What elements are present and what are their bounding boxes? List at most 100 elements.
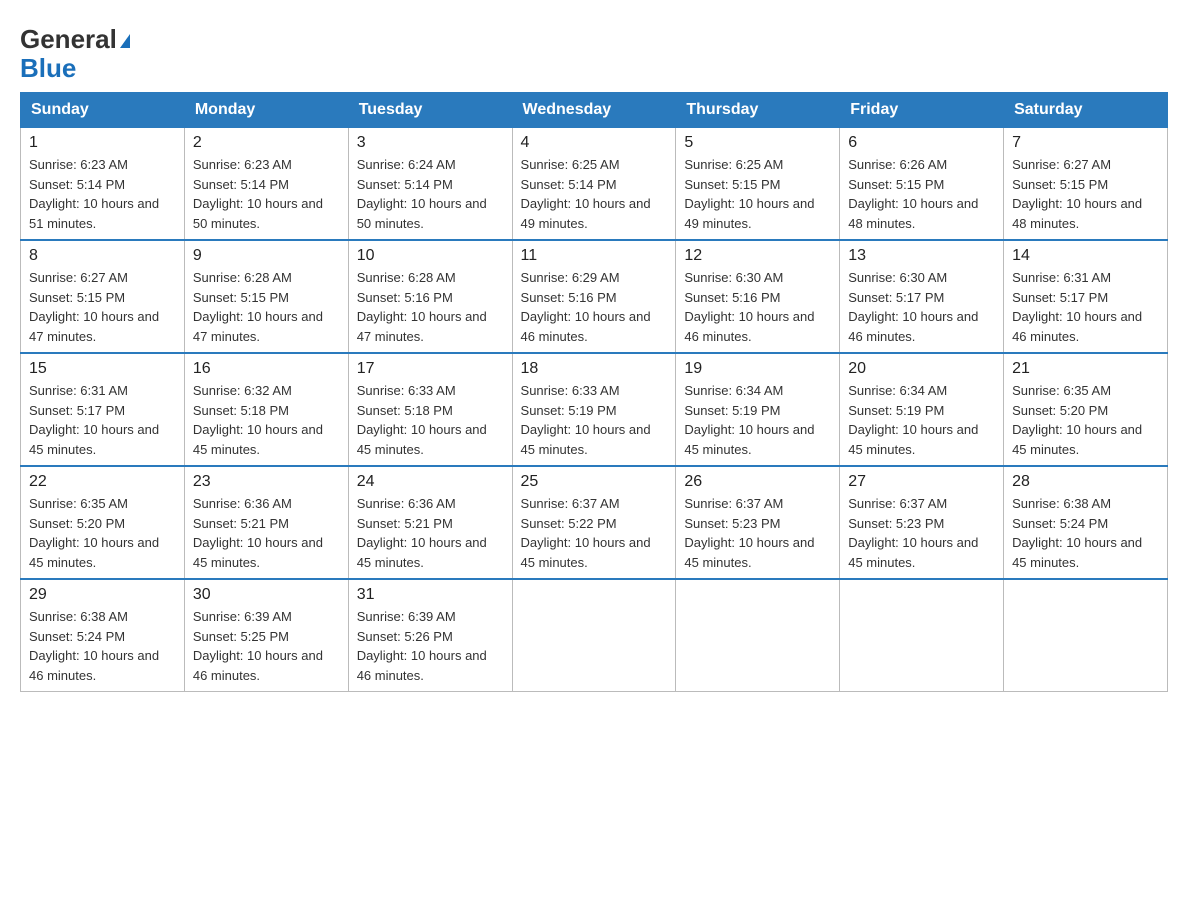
calendar-cell: 7 Sunrise: 6:27 AM Sunset: 5:15 PM Dayli…: [1004, 128, 1168, 241]
logo-general-text: General: [20, 24, 117, 54]
day-number: 7: [1012, 134, 1159, 152]
day-number: 16: [193, 360, 340, 378]
day-info: Sunrise: 6:38 AM Sunset: 5:24 PM Dayligh…: [1012, 494, 1159, 572]
day-info: Sunrise: 6:27 AM Sunset: 5:15 PM Dayligh…: [29, 268, 176, 346]
calendar-cell: 1 Sunrise: 6:23 AM Sunset: 5:14 PM Dayli…: [21, 128, 185, 241]
calendar-cell: 14 Sunrise: 6:31 AM Sunset: 5:17 PM Dayl…: [1004, 240, 1168, 353]
header-saturday: Saturday: [1004, 93, 1168, 128]
day-info: Sunrise: 6:38 AM Sunset: 5:24 PM Dayligh…: [29, 607, 176, 685]
day-info: Sunrise: 6:35 AM Sunset: 5:20 PM Dayligh…: [29, 494, 176, 572]
day-number: 25: [521, 473, 668, 491]
day-number: 13: [848, 247, 995, 265]
calendar-cell: 19 Sunrise: 6:34 AM Sunset: 5:19 PM Dayl…: [676, 353, 840, 466]
day-number: 21: [1012, 360, 1159, 378]
calendar-cell: 17 Sunrise: 6:33 AM Sunset: 5:18 PM Dayl…: [348, 353, 512, 466]
day-number: 11: [521, 247, 668, 265]
day-info: Sunrise: 6:25 AM Sunset: 5:15 PM Dayligh…: [684, 155, 831, 233]
calendar-cell: 21 Sunrise: 6:35 AM Sunset: 5:20 PM Dayl…: [1004, 353, 1168, 466]
day-number: 8: [29, 247, 176, 265]
calendar-cell: 13 Sunrise: 6:30 AM Sunset: 5:17 PM Dayl…: [840, 240, 1004, 353]
weekday-header-row: SundayMondayTuesdayWednesdayThursdayFrid…: [21, 93, 1168, 128]
day-info: Sunrise: 6:30 AM Sunset: 5:16 PM Dayligh…: [684, 268, 831, 346]
day-number: 2: [193, 134, 340, 152]
day-number: 31: [357, 586, 504, 604]
day-info: Sunrise: 6:27 AM Sunset: 5:15 PM Dayligh…: [1012, 155, 1159, 233]
calendar-cell: 25 Sunrise: 6:37 AM Sunset: 5:22 PM Dayl…: [512, 466, 676, 579]
day-info: Sunrise: 6:31 AM Sunset: 5:17 PM Dayligh…: [29, 381, 176, 459]
calendar-cell: 26 Sunrise: 6:37 AM Sunset: 5:23 PM Dayl…: [676, 466, 840, 579]
calendar-cell: 4 Sunrise: 6:25 AM Sunset: 5:14 PM Dayli…: [512, 128, 676, 241]
day-number: 14: [1012, 247, 1159, 265]
day-info: Sunrise: 6:34 AM Sunset: 5:19 PM Dayligh…: [848, 381, 995, 459]
day-number: 24: [357, 473, 504, 491]
calendar-cell: 5 Sunrise: 6:25 AM Sunset: 5:15 PM Dayli…: [676, 128, 840, 241]
day-number: 20: [848, 360, 995, 378]
calendar-cell: 16 Sunrise: 6:32 AM Sunset: 5:18 PM Dayl…: [184, 353, 348, 466]
header-tuesday: Tuesday: [348, 93, 512, 128]
day-number: 5: [684, 134, 831, 152]
calendar-cell: 28 Sunrise: 6:38 AM Sunset: 5:24 PM Dayl…: [1004, 466, 1168, 579]
day-number: 3: [357, 134, 504, 152]
week-row-4: 22 Sunrise: 6:35 AM Sunset: 5:20 PM Dayl…: [21, 466, 1168, 579]
calendar-cell: [840, 579, 1004, 692]
day-number: 1: [29, 134, 176, 152]
day-info: Sunrise: 6:31 AM Sunset: 5:17 PM Dayligh…: [1012, 268, 1159, 346]
logo-blue-text: Blue: [20, 54, 130, 83]
calendar-cell: 27 Sunrise: 6:37 AM Sunset: 5:23 PM Dayl…: [840, 466, 1004, 579]
day-number: 4: [521, 134, 668, 152]
day-info: Sunrise: 6:39 AM Sunset: 5:26 PM Dayligh…: [357, 607, 504, 685]
day-info: Sunrise: 6:23 AM Sunset: 5:14 PM Dayligh…: [193, 155, 340, 233]
day-number: 9: [193, 247, 340, 265]
day-info: Sunrise: 6:37 AM Sunset: 5:22 PM Dayligh…: [521, 494, 668, 572]
day-number: 26: [684, 473, 831, 491]
page-header: General Blue: [20, 20, 1168, 82]
day-number: 29: [29, 586, 176, 604]
calendar-cell: 2 Sunrise: 6:23 AM Sunset: 5:14 PM Dayli…: [184, 128, 348, 241]
day-number: 12: [684, 247, 831, 265]
day-info: Sunrise: 6:39 AM Sunset: 5:25 PM Dayligh…: [193, 607, 340, 685]
day-info: Sunrise: 6:28 AM Sunset: 5:15 PM Dayligh…: [193, 268, 340, 346]
day-info: Sunrise: 6:29 AM Sunset: 5:16 PM Dayligh…: [521, 268, 668, 346]
week-row-5: 29 Sunrise: 6:38 AM Sunset: 5:24 PM Dayl…: [21, 579, 1168, 692]
week-row-3: 15 Sunrise: 6:31 AM Sunset: 5:17 PM Dayl…: [21, 353, 1168, 466]
calendar-cell: 11 Sunrise: 6:29 AM Sunset: 5:16 PM Dayl…: [512, 240, 676, 353]
calendar-cell: 29 Sunrise: 6:38 AM Sunset: 5:24 PM Dayl…: [21, 579, 185, 692]
calendar-table: SundayMondayTuesdayWednesdayThursdayFrid…: [20, 92, 1168, 692]
calendar-cell: 22 Sunrise: 6:35 AM Sunset: 5:20 PM Dayl…: [21, 466, 185, 579]
calendar-cell: 10 Sunrise: 6:28 AM Sunset: 5:16 PM Dayl…: [348, 240, 512, 353]
day-info: Sunrise: 6:37 AM Sunset: 5:23 PM Dayligh…: [684, 494, 831, 572]
calendar-cell: 20 Sunrise: 6:34 AM Sunset: 5:19 PM Dayl…: [840, 353, 1004, 466]
day-info: Sunrise: 6:33 AM Sunset: 5:19 PM Dayligh…: [521, 381, 668, 459]
calendar-cell: [676, 579, 840, 692]
calendar-cell: 12 Sunrise: 6:30 AM Sunset: 5:16 PM Dayl…: [676, 240, 840, 353]
day-info: Sunrise: 6:24 AM Sunset: 5:14 PM Dayligh…: [357, 155, 504, 233]
day-info: Sunrise: 6:36 AM Sunset: 5:21 PM Dayligh…: [357, 494, 504, 572]
day-info: Sunrise: 6:36 AM Sunset: 5:21 PM Dayligh…: [193, 494, 340, 572]
calendar-cell: 3 Sunrise: 6:24 AM Sunset: 5:14 PM Dayli…: [348, 128, 512, 241]
day-number: 10: [357, 247, 504, 265]
day-number: 30: [193, 586, 340, 604]
header-wednesday: Wednesday: [512, 93, 676, 128]
day-info: Sunrise: 6:32 AM Sunset: 5:18 PM Dayligh…: [193, 381, 340, 459]
day-info: Sunrise: 6:26 AM Sunset: 5:15 PM Dayligh…: [848, 155, 995, 233]
calendar-cell: 24 Sunrise: 6:36 AM Sunset: 5:21 PM Dayl…: [348, 466, 512, 579]
day-info: Sunrise: 6:25 AM Sunset: 5:14 PM Dayligh…: [521, 155, 668, 233]
header-monday: Monday: [184, 93, 348, 128]
calendar-cell: 30 Sunrise: 6:39 AM Sunset: 5:25 PM Dayl…: [184, 579, 348, 692]
week-row-1: 1 Sunrise: 6:23 AM Sunset: 5:14 PM Dayli…: [21, 128, 1168, 241]
day-info: Sunrise: 6:35 AM Sunset: 5:20 PM Dayligh…: [1012, 381, 1159, 459]
day-number: 6: [848, 134, 995, 152]
calendar-cell: 8 Sunrise: 6:27 AM Sunset: 5:15 PM Dayli…: [21, 240, 185, 353]
day-number: 18: [521, 360, 668, 378]
calendar-cell: [512, 579, 676, 692]
calendar-cell: 6 Sunrise: 6:26 AM Sunset: 5:15 PM Dayli…: [840, 128, 1004, 241]
calendar-cell: 31 Sunrise: 6:39 AM Sunset: 5:26 PM Dayl…: [348, 579, 512, 692]
day-info: Sunrise: 6:23 AM Sunset: 5:14 PM Dayligh…: [29, 155, 176, 233]
day-number: 17: [357, 360, 504, 378]
header-sunday: Sunday: [21, 93, 185, 128]
calendar-cell: 9 Sunrise: 6:28 AM Sunset: 5:15 PM Dayli…: [184, 240, 348, 353]
calendar-cell: 23 Sunrise: 6:36 AM Sunset: 5:21 PM Dayl…: [184, 466, 348, 579]
day-info: Sunrise: 6:34 AM Sunset: 5:19 PM Dayligh…: [684, 381, 831, 459]
header-thursday: Thursday: [676, 93, 840, 128]
day-info: Sunrise: 6:30 AM Sunset: 5:17 PM Dayligh…: [848, 268, 995, 346]
